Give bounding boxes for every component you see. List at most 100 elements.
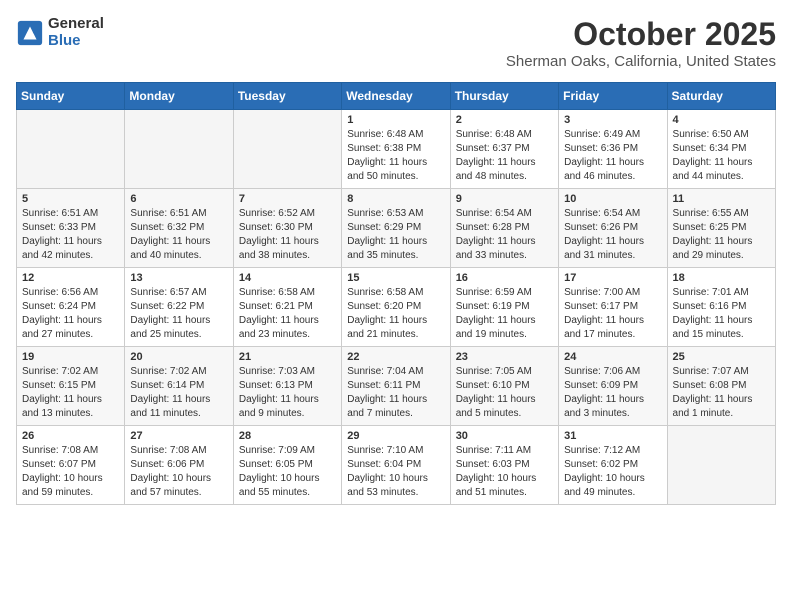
calendar-cell: 26 Sunrise: 7:08 AM Sunset: 6:07 PM Dayli…: [17, 426, 125, 505]
calendar-cell: 9Sunrise: 6:54 AM Sunset: 6:28 PM Daylig…: [450, 189, 558, 268]
calendar-cell: 7Sunrise: 6:52 AM Sunset: 6:30 PM Daylig…: [233, 189, 341, 268]
calendar-cell: 20 Sunrise: 7:02 AM Sunset: 6:14 PM Dayli…: [125, 347, 233, 426]
calendar-cell: 4 Sunrise: 6:50 AM Sunset: 6:34 PM Daylig…: [667, 110, 775, 189]
day-detail: Sunrise: 7:02 AM Sunset: 6:15 PM Dayligh…: [22, 365, 119, 421]
calendar-cell: [233, 110, 341, 189]
day-number: 17: [564, 272, 661, 284]
day-detail: Sunrise: 7:08 AM Sunset: 6:07 PM Dayligh…: [22, 444, 119, 500]
title-block: October 2025 Sherman Oaks, California, U…: [506, 16, 776, 70]
day-detail: Sunrise: 6:51 AM Sunset: 6:32 PM Dayligh…: [130, 207, 227, 263]
calendar-cell: 19 Sunrise: 7:02 AM Sunset: 6:15 PM Dayli…: [17, 347, 125, 426]
day-detail: Sunrise: 6:54 AM Sunset: 6:26 PM Dayligh…: [564, 207, 661, 263]
day-detail: Sunrise: 6:58 AM Sunset: 6:21 PM Dayligh…: [239, 286, 336, 342]
day-detail: Sunrise: 7:08 AM Sunset: 6:06 PM Dayligh…: [130, 444, 227, 500]
day-number: 13: [130, 272, 227, 284]
day-number: 6: [130, 193, 227, 205]
calendar-week-4: 19 Sunrise: 7:02 AM Sunset: 6:15 PM Dayli…: [17, 347, 776, 426]
day-detail: Sunrise: 7:10 AM Sunset: 6:04 PM Dayligh…: [347, 444, 444, 500]
day-number: 15: [347, 272, 444, 284]
column-header-wednesday: Wednesday: [342, 83, 450, 110]
calendar-week-2: 5 Sunrise: 6:51 AM Sunset: 6:33 PM Daylig…: [17, 189, 776, 268]
day-number: 2: [456, 114, 553, 126]
calendar-cell: 8 Sunrise: 6:53 AM Sunset: 6:29 PM Daylig…: [342, 189, 450, 268]
day-number: 5: [22, 193, 119, 205]
calendar-cell: 29 Sunrise: 7:10 AM Sunset: 6:04 PM Dayli…: [342, 426, 450, 505]
day-detail: Sunrise: 7:05 AM Sunset: 6:10 PM Dayligh…: [456, 365, 553, 421]
column-header-tuesday: Tuesday: [233, 83, 341, 110]
day-detail: Sunrise: 6:57 AM Sunset: 6:22 PM Dayligh…: [130, 286, 227, 342]
day-number: 18: [673, 272, 770, 284]
logo-text: General Blue: [48, 16, 104, 49]
day-detail: Sunrise: 6:50 AM Sunset: 6:34 PM Dayligh…: [673, 128, 770, 184]
day-number: 27: [130, 430, 227, 442]
calendar-cell: [17, 110, 125, 189]
day-detail: Sunrise: 6:48 AM Sunset: 6:38 PM Dayligh…: [347, 128, 444, 184]
calendar-cell: 14 Sunrise: 6:58 AM Sunset: 6:21 PM Dayli…: [233, 268, 341, 347]
calendar-week-1: 1 Sunrise: 6:48 AM Sunset: 6:38 PM Daylig…: [17, 110, 776, 189]
day-detail: Sunrise: 6:48 AM Sunset: 6:37 PM Dayligh…: [456, 128, 553, 184]
calendar-cell: 17Sunrise: 7:00 AM Sunset: 6:17 PM Dayli…: [559, 268, 667, 347]
day-detail: Sunrise: 6:51 AM Sunset: 6:33 PM Dayligh…: [22, 207, 119, 263]
day-number: 26: [22, 430, 119, 442]
calendar-cell: [667, 426, 775, 505]
day-detail: Sunrise: 6:59 AM Sunset: 6:19 PM Dayligh…: [456, 286, 553, 342]
logo-general: General: [48, 16, 104, 33]
day-number: 10: [564, 193, 661, 205]
logo-blue: Blue: [48, 33, 104, 50]
logo: General Blue: [16, 16, 104, 49]
calendar-week-5: 26 Sunrise: 7:08 AM Sunset: 6:07 PM Dayli…: [17, 426, 776, 505]
calendar-cell: 13 Sunrise: 6:57 AM Sunset: 6:22 PM Dayli…: [125, 268, 233, 347]
column-header-saturday: Saturday: [667, 83, 775, 110]
day-number: 1: [347, 114, 444, 126]
day-detail: Sunrise: 6:55 AM Sunset: 6:25 PM Dayligh…: [673, 207, 770, 263]
day-number: 28: [239, 430, 336, 442]
day-number: 12: [22, 272, 119, 284]
day-number: 20: [130, 351, 227, 363]
day-detail: Sunrise: 7:03 AM Sunset: 6:13 PM Dayligh…: [239, 365, 336, 421]
calendar-cell: 28Sunrise: 7:09 AM Sunset: 6:05 PM Dayli…: [233, 426, 341, 505]
day-number: 24: [564, 351, 661, 363]
day-number: 14: [239, 272, 336, 284]
day-detail: Sunrise: 6:49 AM Sunset: 6:36 PM Dayligh…: [564, 128, 661, 184]
day-number: 19: [22, 351, 119, 363]
calendar-cell: 3 Sunrise: 6:49 AM Sunset: 6:36 PM Daylig…: [559, 110, 667, 189]
calendar-cell: 6 Sunrise: 6:51 AM Sunset: 6:32 PM Daylig…: [125, 189, 233, 268]
calendar-cell: 16 Sunrise: 6:59 AM Sunset: 6:19 PM Dayli…: [450, 268, 558, 347]
day-number: 23: [456, 351, 553, 363]
column-header-monday: Monday: [125, 83, 233, 110]
day-number: 25: [673, 351, 770, 363]
day-detail: Sunrise: 6:56 AM Sunset: 6:24 PM Dayligh…: [22, 286, 119, 342]
day-detail: Sunrise: 6:53 AM Sunset: 6:29 PM Dayligh…: [347, 207, 444, 263]
day-number: 11: [673, 193, 770, 205]
calendar-cell: 22Sunrise: 7:04 AM Sunset: 6:11 PM Dayli…: [342, 347, 450, 426]
column-header-friday: Friday: [559, 83, 667, 110]
calendar-cell: 30Sunrise: 7:11 AM Sunset: 6:03 PM Dayli…: [450, 426, 558, 505]
month-title: October 2025: [506, 16, 776, 53]
day-detail: Sunrise: 7:11 AM Sunset: 6:03 PM Dayligh…: [456, 444, 553, 500]
calendar-cell: 5 Sunrise: 6:51 AM Sunset: 6:33 PM Daylig…: [17, 189, 125, 268]
calendar-cell: 11 Sunrise: 6:55 AM Sunset: 6:25 PM Dayli…: [667, 189, 775, 268]
calendar-cell: 10 Sunrise: 6:54 AM Sunset: 6:26 PM Dayli…: [559, 189, 667, 268]
logo-icon: [16, 19, 44, 47]
location: Sherman Oaks, California, United States: [506, 53, 776, 70]
day-detail: Sunrise: 6:58 AM Sunset: 6:20 PM Dayligh…: [347, 286, 444, 342]
day-number: 9: [456, 193, 553, 205]
calendar-cell: 18Sunrise: 7:01 AM Sunset: 6:16 PM Dayli…: [667, 268, 775, 347]
day-detail: Sunrise: 7:02 AM Sunset: 6:14 PM Dayligh…: [130, 365, 227, 421]
calendar-table: SundayMondayTuesdayWednesdayThursdayFrid…: [16, 82, 776, 505]
calendar-cell: 31Sunrise: 7:12 AM Sunset: 6:02 PM Dayli…: [559, 426, 667, 505]
day-number: 3: [564, 114, 661, 126]
page-header: General Blue October 2025 Sherman Oaks, …: [16, 16, 776, 70]
calendar-cell: 2 Sunrise: 6:48 AM Sunset: 6:37 PM Daylig…: [450, 110, 558, 189]
calendar-cell: 27 Sunrise: 7:08 AM Sunset: 6:06 PM Dayli…: [125, 426, 233, 505]
day-number: 4: [673, 114, 770, 126]
column-header-thursday: Thursday: [450, 83, 558, 110]
calendar-week-3: 12 Sunrise: 6:56 AM Sunset: 6:24 PM Dayli…: [17, 268, 776, 347]
day-number: 16: [456, 272, 553, 284]
day-number: 8: [347, 193, 444, 205]
day-number: 29: [347, 430, 444, 442]
calendar-cell: 25Sunrise: 7:07 AM Sunset: 6:08 PM Dayli…: [667, 347, 775, 426]
day-detail: Sunrise: 7:04 AM Sunset: 6:11 PM Dayligh…: [347, 365, 444, 421]
calendar-cell: 24Sunrise: 7:06 AM Sunset: 6:09 PM Dayli…: [559, 347, 667, 426]
calendar-cell: 15 Sunrise: 6:58 AM Sunset: 6:20 PM Dayli…: [342, 268, 450, 347]
